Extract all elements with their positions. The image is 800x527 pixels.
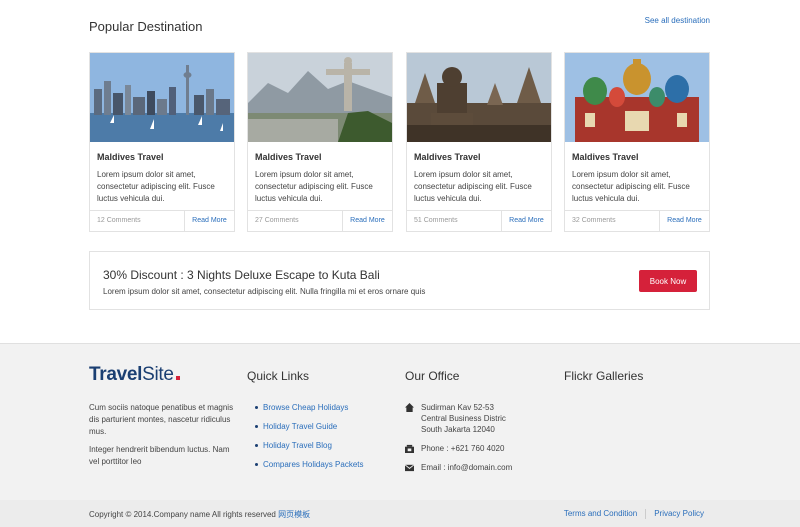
read-more-link[interactable]: Read More (342, 211, 392, 231)
logo-dot (175, 376, 180, 380)
privacy-link[interactable]: Privacy Policy (654, 509, 704, 518)
card-footer: 51 Comments Read More (407, 210, 551, 231)
office-phone: Phone : +621 760 4020 (405, 443, 512, 454)
quick-links-title: Quick Links (247, 369, 310, 383)
promo-text: Lorem ipsum dolor sit amet, consectetur … (103, 287, 426, 296)
address-line: Sudirman Kav 52-53 (421, 403, 494, 412)
card-title: Maldives Travel (414, 152, 481, 162)
card-title: Maldives Travel (97, 152, 164, 162)
office-info: Sudirman Kav 52-53 Central Business Dist… (405, 402, 512, 481)
promo-banner: 30% Discount : 3 Nights Deluxe Escape to… (89, 251, 710, 310)
see-all-destination-link[interactable]: See all destination (645, 16, 710, 25)
card-title: Maldives Travel (255, 152, 322, 162)
card-footer: 32 Comments Read More (565, 210, 709, 231)
phone-text: Phone : +621 760 4020 (421, 444, 505, 453)
logo-bold: Travel (89, 364, 143, 385)
card-description: Lorem ipsum dolor sit amet, consectetur … (414, 170, 532, 203)
copyright-text: Copyright © 2014.Company name All rights… (89, 510, 276, 519)
envelope-icon (405, 464, 414, 472)
phone-icon (405, 444, 414, 453)
quick-links-list: Browse Cheap Holidays Holiday Travel Gui… (255, 403, 363, 479)
address-line: South Jakarta 12040 (421, 425, 495, 434)
home-icon (405, 403, 414, 412)
destination-card: Maldives Travel Lorem ipsum dolor sit am… (564, 52, 710, 232)
comment-count: 12 Comments (97, 217, 141, 224)
promo-title: 30% Discount : 3 Nights Deluxe Escape to… (103, 268, 380, 282)
bottom-bar: Copyright © 2014.Company name All rights… (0, 500, 800, 527)
about-paragraph: Cum sociis natoque penatibus et magnis d… (89, 403, 234, 436)
read-more-link[interactable]: Read More (659, 211, 709, 231)
office-email: Email : info@domain.com (405, 462, 512, 473)
destination-image[interactable] (407, 53, 551, 142)
destination-card: Maldives Travel Lorem ipsum dolor sit am… (406, 52, 552, 232)
card-description: Lorem ipsum dolor sit amet, consectetur … (572, 170, 690, 203)
comment-count: 51 Comments (414, 217, 458, 224)
site-footer: TravelSite Cum sociis natoque penatibus … (0, 343, 800, 500)
destination-card: Maldives Travel Lorem ipsum dolor sit am… (89, 52, 235, 232)
legal-links: Terms and Condition Privacy Policy (564, 509, 704, 519)
book-now-button[interactable]: Book Now (639, 270, 697, 292)
copyright-link[interactable]: 网页模板 (278, 510, 310, 519)
site-logo[interactable]: TravelSite (89, 364, 180, 386)
popular-destination-section: Popular Destination See all destination (0, 0, 800, 343)
divider (645, 509, 647, 519)
read-more-link[interactable]: Read More (501, 211, 551, 231)
email-text[interactable]: Email : info@domain.com (421, 462, 512, 473)
quick-link-cheap-holidays[interactable]: Browse Cheap Holidays (255, 403, 363, 413)
quick-link-travel-blog[interactable]: Holiday Travel Blog (255, 441, 363, 451)
card-title: Maldives Travel (572, 152, 639, 162)
card-description: Lorem ipsum dolor sit amet, consectetur … (255, 170, 373, 203)
card-footer: 12 Comments Read More (90, 210, 234, 231)
flickr-title: Flickr Galleries (564, 369, 644, 383)
logo-light: Site (142, 364, 174, 385)
destination-card: Maldives Travel Lorem ipsum dolor sit am… (247, 52, 393, 232)
about-text: Cum sociis natoque penatibus et magnis d… (89, 402, 239, 474)
address-line: Central Business Distric (421, 414, 506, 423)
comment-count: 27 Comments (255, 217, 299, 224)
card-footer: 27 Comments Read More (248, 210, 392, 231)
card-description: Lorem ipsum dolor sit amet, consectetur … (97, 170, 215, 203)
office-title: Our Office (405, 369, 460, 383)
section-title: Popular Destination (89, 19, 203, 34)
office-address: Sudirman Kav 52-53 Central Business Dist… (405, 402, 512, 435)
quick-link-travel-guide[interactable]: Holiday Travel Guide (255, 422, 363, 432)
destination-image[interactable] (248, 53, 392, 142)
about-paragraph: Integer hendrerit bibendum luctus. Nam v… (89, 445, 230, 466)
terms-link[interactable]: Terms and Condition (564, 509, 637, 518)
destination-image[interactable] (90, 53, 234, 142)
copyright: Copyright © 2014.Company name All rights… (89, 509, 310, 520)
comment-count: 32 Comments (572, 217, 616, 224)
quick-link-compares-packets[interactable]: Compares Holidays Packets (255, 460, 363, 470)
read-more-link[interactable]: Read More (184, 211, 234, 231)
destination-image[interactable] (565, 53, 709, 142)
